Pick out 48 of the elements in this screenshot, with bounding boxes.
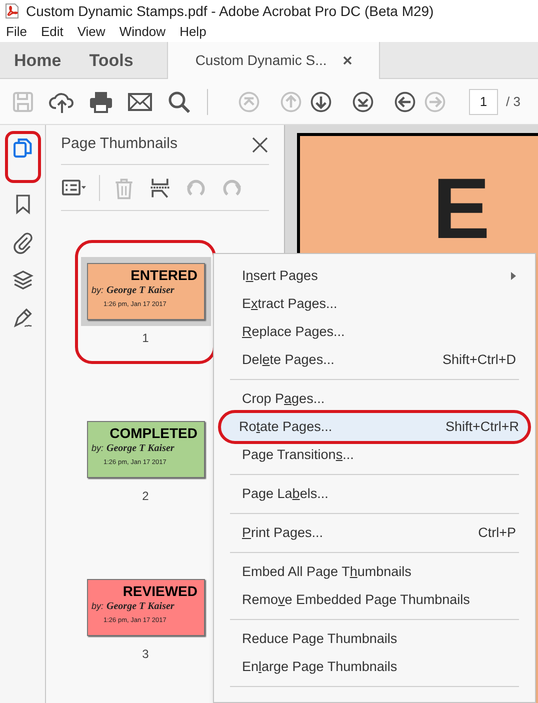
shortcut-label: Ctrl+P	[478, 524, 516, 542]
by-label: by:	[92, 600, 104, 613]
menu-bar-item[interactable]: Help	[180, 22, 206, 42]
panel-title: Page Thumbnails	[61, 134, 178, 154]
shortcut-label: Shift+Ctrl+D	[442, 350, 516, 369]
by-label: by:	[92, 284, 104, 297]
menu-item[interactable]: Reduce Page Thumbnails	[224, 625, 525, 653]
menu-item[interactable]: Extract Pages...	[224, 290, 525, 318]
menu-item[interactable]: Rotate Pages... Shift+Ctrl+R	[221, 413, 528, 441]
page-count: / 3	[506, 92, 520, 111]
menu-item[interactable]: Page Transitions...	[224, 441, 525, 480]
signer-name: George T Kaiser	[106, 284, 174, 298]
signer-name: George T Kaiser	[106, 600, 174, 614]
menu-item[interactable]: Replace Pages...	[224, 318, 525, 346]
stamp-title: COMPLETED	[110, 425, 198, 441]
stamp-heading: E	[432, 166, 490, 252]
nav-tab[interactable]: Home	[0, 42, 76, 79]
page-number: 3	[142, 646, 149, 663]
menu-bar-item[interactable]: View	[77, 22, 106, 42]
stamp-title: ENTERED	[130, 267, 198, 283]
page-number-field[interactable]: 1	[469, 88, 498, 114]
submenu-arrow-icon	[511, 272, 516, 280]
stamp-title: REVIEWED	[122, 583, 198, 599]
tab-label: Custom Dynamic S...	[195, 51, 327, 70]
menu-item[interactable]: Delete Pages... Shift+Ctrl+D	[224, 346, 525, 385]
page-number: 1	[142, 330, 149, 347]
close-icon[interactable]	[342, 56, 352, 65]
document-tab[interactable]: Custom Dynamic S...	[167, 42, 380, 79]
menu-bar-item[interactable]: Window	[119, 22, 166, 42]
menu-item[interactable]: Print Pages... Ctrl+P	[224, 519, 525, 558]
menu-bar-item[interactable]: File	[6, 22, 27, 42]
shortcut-label: Shift+Ctrl+R	[445, 418, 519, 436]
menu-item[interactable]: Crop Pages...	[224, 385, 525, 413]
menu-item[interactable]: Page Labels...	[224, 480, 525, 519]
last-page-icon[interactable]	[351, 90, 375, 114]
close-icon[interactable]	[251, 136, 269, 154]
menu-item[interactable]: Enlarge Page Thumbnails	[224, 653, 525, 692]
by-label: by:	[92, 442, 104, 455]
nav-tab[interactable]: Tools	[75, 42, 148, 79]
pages-icon[interactable]	[4, 131, 40, 183]
signer-name: George T Kaiser	[106, 442, 174, 456]
menu-bar-item[interactable]: Edit	[40, 22, 64, 42]
pdf-app-icon	[4, 3, 20, 19]
menu-item[interactable]: Remove Embedded Page Thumbnails	[224, 586, 525, 625]
window-title: Custom Dynamic Stamps.pdf - Adobe Acrobat Pro DC (Beta M29)	[26, 2, 434, 21]
menu-item[interactable]: Insert Pages	[224, 262, 525, 290]
page-number: 2	[142, 488, 149, 505]
menu-item[interactable]: Embed All Page Thumbnails	[224, 558, 525, 586]
